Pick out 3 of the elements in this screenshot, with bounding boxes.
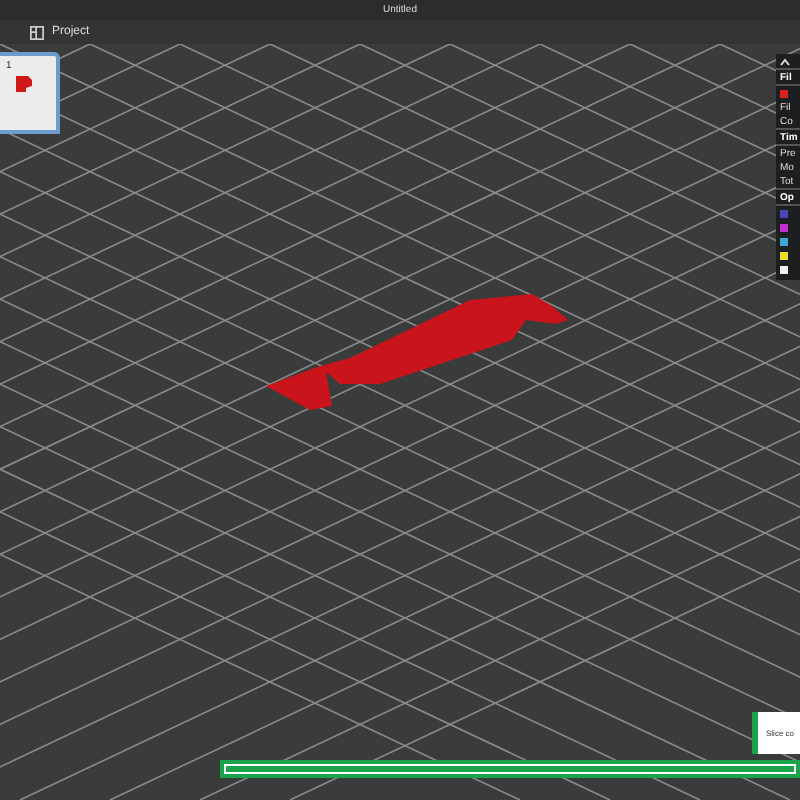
model-icon [14,74,34,94]
panel-icon [30,25,44,39]
collapse-icon[interactable] [780,57,790,65]
